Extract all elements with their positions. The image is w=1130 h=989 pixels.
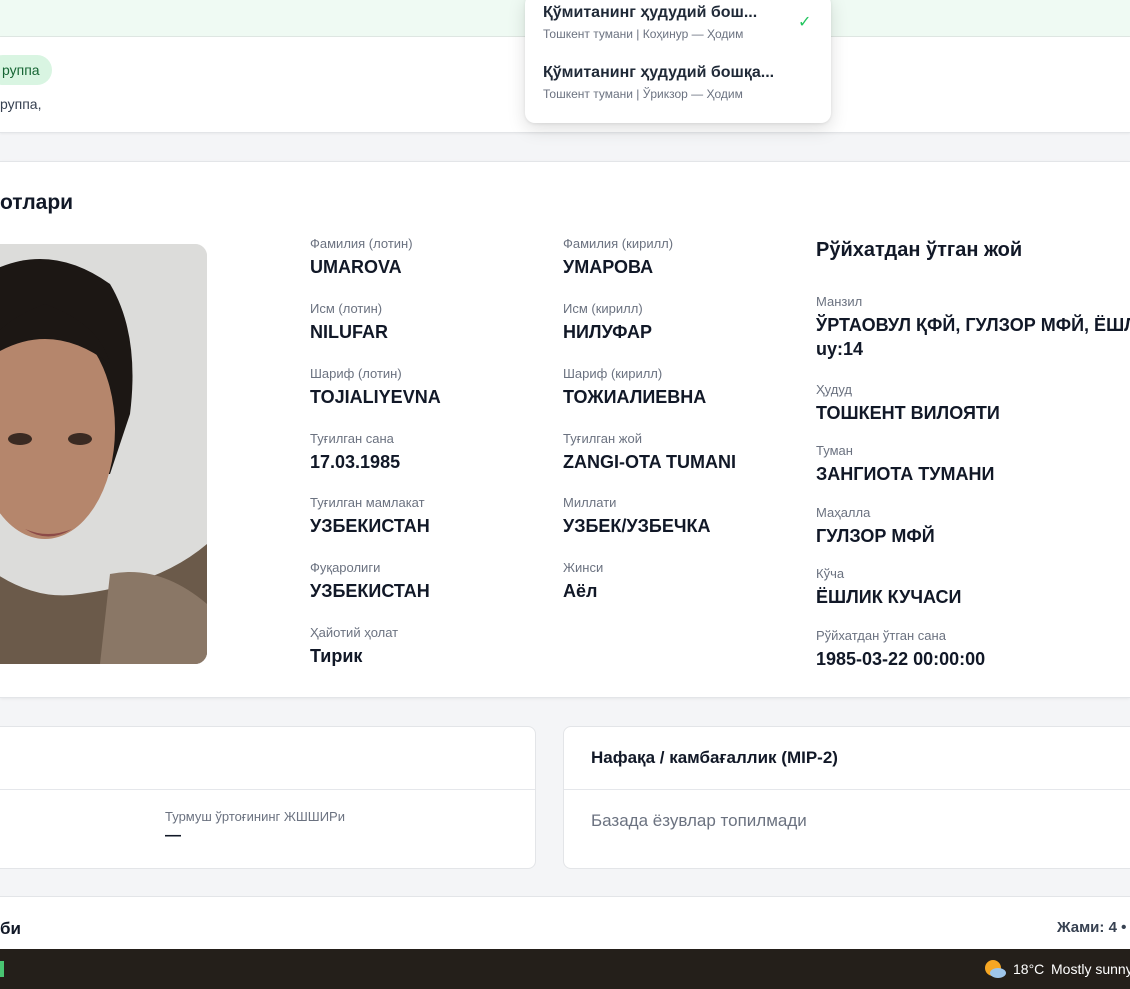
field-value: Аёл <box>563 581 598 601</box>
field-value: ZANGI-OTA TUMANI <box>563 452 736 472</box>
field-label: Туғилган жой <box>563 431 642 446</box>
surname-cyrillic-field: Фамилия (кирилл) УМАРОВА <box>563 236 673 279</box>
field-label: Исм (кирилл) <box>563 301 643 316</box>
dropdown-item-title: Қўмитанинг ҳудудий бош... <box>543 4 758 21</box>
field-label: Кўча <box>816 566 845 581</box>
field-label: Жинси <box>563 560 604 575</box>
registration-date-field: Рўйхатдан ўтган сана 1985-03-22 00:00:00 <box>816 628 985 671</box>
region-field: Ҳудуд ТОШКЕНТ ВИЛОЯТИ <box>816 382 1000 425</box>
citizenship-field: Фуқаролиги УЗБЕКИСТАН <box>310 560 430 603</box>
name-cyrillic-field: Исм (кирилл) НИЛУФАР <box>563 301 652 344</box>
field-label: Манзил <box>816 294 863 309</box>
header-subtitle: руппа, <box>0 96 42 112</box>
field-value: Тирик <box>310 646 363 666</box>
field-value: UMAROVA <box>310 257 402 277</box>
name-latin-field: Исм (лотин) NILUFAR <box>310 301 388 344</box>
field-label: Туман <box>816 443 853 458</box>
dropdown-item[interactable]: Қўмитанинг ҳудудий бош... Тошкент тумани… <box>543 4 813 41</box>
surname-latin-field: Фамилия (лотин) UMAROVA <box>310 236 413 279</box>
field-label: Ҳудуд <box>816 382 852 397</box>
spouse-pinfl-value: — <box>165 827 181 844</box>
field-label: Фамилия (кирилл) <box>563 236 674 251</box>
field-value: NILUFAR <box>310 322 388 342</box>
patronymic-latin-field: Шариф (лотин) TOJIALIYEVNA <box>310 366 441 409</box>
field-value: УЗБЕКИСТАН <box>310 581 430 601</box>
mahalla-field: Маҳалла ГУЛЗОР МФЙ <box>816 505 935 548</box>
partly-sunny-icon[interactable] <box>983 958 1007 980</box>
field-label: Фуқаролиги <box>310 560 381 575</box>
field-value: УЗБЕКИСТАН <box>310 516 430 536</box>
life-status-field: Ҳайотий ҳолат Тирик <box>310 625 398 668</box>
mip-panel: Нафақа / камбағаллик (MIP-2) Базада ёзув… <box>563 726 1130 869</box>
nationality-field: Миллати УЗБЕК/УЗБЕЧКА <box>563 495 710 538</box>
empty-state-text: Базада ёзувлар топилмади <box>591 811 807 830</box>
dropdown-item-subtitle: Тошкент тумани | Коҳинур — Ҳодим <box>543 27 744 41</box>
dropdown-item-subtitle: Тошкент тумани | Ўрикзор — Ҳодим <box>543 87 743 101</box>
field-value: ЁШЛИК КУЧАСИ <box>816 587 962 607</box>
bottom-card <box>0 896 1130 949</box>
section-title: отлари <box>0 191 74 214</box>
weather-condition[interactable]: Mostly sunny <box>1051 961 1130 977</box>
mip-panel-title: Нафақа / камбағаллик (MIP-2) <box>591 748 838 767</box>
organization-dropdown: Қўмитанинг ҳудудий бош... Тошкент тумани… <box>525 0 831 123</box>
birth-place-field: Туғилган жой ZANGI-OTA TUMANI <box>563 431 736 474</box>
total-count: Жами: 4 • <box>1057 919 1127 936</box>
temperature[interactable]: 18°C <box>1013 961 1044 977</box>
check-icon: ✓ <box>798 14 812 31</box>
field-value: ГУЛЗОР МФЙ <box>816 526 935 546</box>
bottom-section-title: би <box>0 919 21 938</box>
patronymic-cyrillic-field: Шариф (кирилл) ТОЖИАЛИЕВНА <box>563 366 706 409</box>
field-value: НИЛУФАР <box>563 322 652 342</box>
field-value: TOJIALIYEVNA <box>310 387 441 407</box>
divider <box>564 789 1130 790</box>
field-label: Миллати <box>563 495 617 510</box>
dropdown-item-title: Қўмитанинг ҳудудий бошқа... <box>543 64 775 81</box>
dropdown-item[interactable]: Қўмитанинг ҳудудий бошқа... Тошкент тума… <box>543 64 813 101</box>
field-value: УМАРОВА <box>563 257 654 277</box>
street-field: Кўча ЁШЛИК КУЧАСИ <box>816 566 961 609</box>
birth-date-field: Туғилган сана 17.03.1985 <box>310 431 400 474</box>
taskbar <box>0 949 1130 989</box>
field-label: Шариф (кирилл) <box>563 366 663 381</box>
field-label: Туғилган мамлакат <box>310 495 425 510</box>
spouse-panel: Турмуш ўртоғининг ЖШШИРи — <box>0 726 536 869</box>
group-badge: руппа <box>0 55 52 85</box>
address-field: Манзил ЎРТАОВУЛ ҚФЙ, ГУЛЗОР МФЙ, ЁШЛ uy:… <box>816 294 1130 361</box>
field-label: Ҳайотий ҳолат <box>310 625 399 640</box>
gender-field: Жинси Аёл <box>563 560 603 603</box>
field-value: ЗАНГИОТА ТУМАНИ <box>816 464 995 484</box>
field-value: УЗБЕК/УЗБЕЧКА <box>563 516 711 536</box>
field-value: 1985-03-22 00:00:00 <box>816 649 986 669</box>
person-photo <box>0 244 207 664</box>
field-label: Рўйхатдан ўтган сана <box>816 628 946 643</box>
registration-title: Рўйхатдан ўтган жой <box>816 239 1023 261</box>
field-value: ТОЖИАЛИЕВНА <box>563 387 707 407</box>
address-line-1: ЎРТАОВУЛ ҚФЙ, ГУЛЗОР МФЙ, ЁШЛ <box>816 315 1130 335</box>
divider <box>0 789 535 790</box>
district-field: Туман ЗАНГИОТА ТУМАНИ <box>816 443 994 486</box>
field-label: Туғилган сана <box>310 431 394 446</box>
field-value: ТОШКЕНТ ВИЛОЯТИ <box>816 403 1000 423</box>
spouse-pinfl-label: Турмуш ўртоғининг ЖШШИРи <box>165 809 345 824</box>
field-label: Исм (лотин) <box>310 301 383 316</box>
field-label: Маҳалла <box>816 505 871 520</box>
field-label: Фамилия (лотин) <box>310 236 413 251</box>
address-line-2: uy:14 <box>816 339 864 359</box>
app-icon[interactable] <box>0 961 4 977</box>
field-value: 17.03.1985 <box>310 452 401 472</box>
field-label: Шариф (лотин) <box>310 366 402 381</box>
birth-country-field: Туғилган мамлакат УЗБЕКИСТАН <box>310 495 430 538</box>
